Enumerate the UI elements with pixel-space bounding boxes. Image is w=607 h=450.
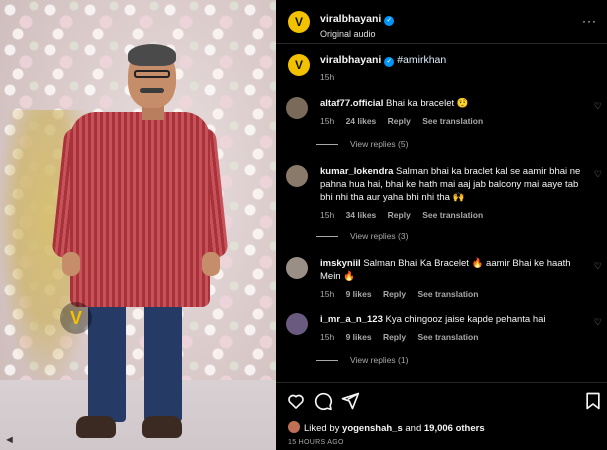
- comment-like-heart-icon[interactable]: ♡: [594, 169, 602, 180]
- liker-username[interactable]: yogenshah_s: [342, 423, 403, 434]
- replies-line: [316, 235, 338, 237]
- comment-time[interactable]: 15h: [320, 210, 334, 220]
- right-hand: [202, 252, 220, 276]
- verified-badge-icon: ✓: [384, 16, 395, 26]
- verified-badge-icon: ✓: [384, 57, 395, 67]
- commenter-avatar[interactable]: [286, 97, 308, 119]
- post-image[interactable]: V ◄: [0, 0, 276, 450]
- caption-username[interactable]: viralbhayani: [320, 54, 381, 66]
- likes-count[interactable]: 19,006 others: [424, 423, 485, 434]
- liker-avatar: [288, 421, 300, 433]
- commenter-username[interactable]: kumar_lokendra: [320, 166, 393, 177]
- comment-like-heart-icon[interactable]: ♡: [594, 317, 602, 328]
- commenter-username[interactable]: i_mr_a_n_123: [320, 314, 383, 325]
- likes-summary[interactable]: Liked by yogenshah_s and 19,006 others: [288, 421, 485, 434]
- post-timestamp[interactable]: 15 HOURS AGO: [288, 439, 344, 446]
- more-dots-icon[interactable]: ···: [582, 14, 597, 28]
- view-replies-button[interactable]: View replies (5): [316, 139, 408, 149]
- view-replies-button[interactable]: View replies (3): [316, 231, 408, 241]
- post-caption: viralbhayani ✓ #amirkhan: [320, 54, 590, 67]
- hair: [128, 44, 176, 66]
- heart-icon[interactable]: [286, 391, 306, 411]
- comment-time[interactable]: 15h: [320, 289, 334, 299]
- see-translation-button[interactable]: See translation: [417, 289, 478, 299]
- mustache: [140, 88, 164, 93]
- arrow-icon: ◄: [4, 434, 15, 446]
- commenter-username[interactable]: altaf77.official: [320, 98, 383, 109]
- share-icon[interactable]: [340, 391, 360, 411]
- comment-likes[interactable]: 24 likes: [346, 116, 377, 126]
- commenter-avatar[interactable]: [286, 165, 308, 187]
- comment-time[interactable]: 15h: [320, 332, 334, 342]
- reply-button[interactable]: Reply: [383, 289, 406, 299]
- caption-time[interactable]: 15h: [320, 72, 334, 82]
- commenter-username[interactable]: imskyniil: [320, 258, 361, 269]
- comment-likes[interactable]: 9 likes: [346, 332, 372, 342]
- watermark-logo: V: [60, 302, 92, 334]
- reply-button[interactable]: Reply: [383, 332, 406, 342]
- comment-likes[interactable]: 34 likes: [346, 210, 377, 220]
- caption-avatar[interactable]: V: [288, 54, 310, 76]
- left-leg: [88, 302, 126, 422]
- comment-like-heart-icon[interactable]: ♡: [594, 101, 602, 112]
- comment-icon[interactable]: [313, 391, 333, 411]
- person-figure: [51, 40, 229, 450]
- kurta: [70, 112, 210, 307]
- see-translation-button[interactable]: See translation: [417, 332, 478, 342]
- audio-label[interactable]: Original audio: [320, 29, 394, 39]
- see-translation-button[interactable]: See translation: [422, 116, 483, 126]
- right-shoe: [142, 416, 182, 438]
- post-header: V viralbhayani ✓ Original audio: [276, 0, 607, 44]
- reply-button[interactable]: Reply: [388, 210, 411, 220]
- reply-button[interactable]: Reply: [388, 116, 411, 126]
- commenter-avatar[interactable]: [286, 313, 308, 335]
- comment-time[interactable]: 15h: [320, 116, 334, 126]
- post-actions-bar: Liked by yogenshah_s and 19,006 others 1…: [276, 382, 607, 450]
- replies-line: [316, 359, 338, 361]
- comment-likes[interactable]: 9 likes: [346, 289, 372, 299]
- see-translation-button[interactable]: See translation: [422, 210, 483, 220]
- comment-text: Bhai ka bracelet 🤨: [386, 98, 469, 109]
- author-avatar[interactable]: V: [288, 11, 310, 33]
- commenter-avatar[interactable]: [286, 257, 308, 279]
- replies-line: [316, 143, 338, 145]
- right-leg: [144, 302, 182, 422]
- post-details-panel: V viralbhayani ✓ Original audio V viralbh…: [276, 0, 607, 450]
- comment-text: Kya chingooz jaise kapde pehanta hai: [385, 314, 546, 325]
- bookmark-icon[interactable]: [583, 391, 603, 411]
- view-replies-button[interactable]: View replies (1): [316, 355, 408, 365]
- author-username[interactable]: viralbhayani: [320, 13, 381, 25]
- comment-like-heart-icon[interactable]: ♡: [594, 261, 602, 272]
- left-shoe: [76, 416, 116, 438]
- hashtag-link[interactable]: #amirkhan: [397, 54, 446, 66]
- glasses: [134, 70, 170, 78]
- left-hand: [62, 252, 80, 276]
